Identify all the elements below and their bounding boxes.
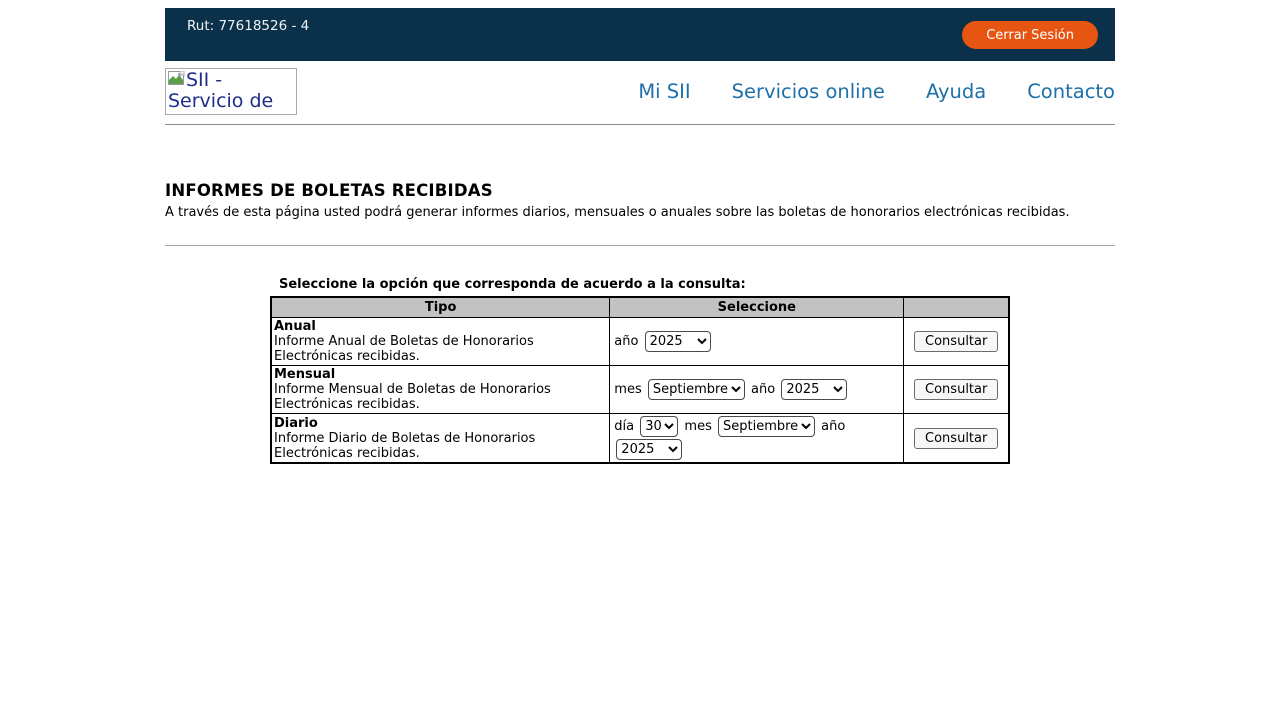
header-empty bbox=[904, 297, 1009, 318]
diario-month-label: mes bbox=[684, 419, 711, 434]
nav-ayuda[interactable]: Ayuda bbox=[926, 80, 986, 103]
anual-tipo-cell: Anual Informe Anual de Boletas de Honora… bbox=[271, 318, 610, 366]
site-header: SII - Servicio de Mi SII Servicios onlin… bbox=[165, 61, 1115, 125]
diario-type-description: Informe Diario de Boletas de Honorarios … bbox=[274, 431, 535, 461]
anual-type-label: Anual bbox=[274, 319, 316, 334]
table-caption: Seleccione la opción que corresponda de … bbox=[279, 277, 1010, 292]
diario-tipo-cell: Diario Informe Diario de Boletas de Hono… bbox=[271, 414, 610, 464]
table-row-anual: Anual Informe Anual de Boletas de Honora… bbox=[271, 318, 1009, 366]
header-tipo: Tipo bbox=[271, 297, 610, 318]
diario-year-select[interactable]: 2025 bbox=[616, 439, 682, 460]
diario-consultar-button[interactable]: Consultar bbox=[914, 428, 998, 449]
anual-type-description: Informe Anual de Boletas de Honorarios E… bbox=[274, 334, 534, 364]
header-seleccione: Seleccione bbox=[610, 297, 904, 318]
page-container: Rut: 77618526 - 4 Cerrar Sesión SII - Se… bbox=[165, 8, 1115, 464]
mensual-type-description: Informe Mensual de Boletas de Honorarios… bbox=[274, 382, 551, 412]
report-options-section: Seleccione la opción que corresponda de … bbox=[270, 277, 1010, 464]
mensual-tipo-cell: Mensual Informe Mensual de Boletas de Ho… bbox=[271, 366, 610, 414]
rut-label: Rut: 77618526 - 4 bbox=[187, 18, 309, 34]
logout-button[interactable]: Cerrar Sesión bbox=[962, 21, 1098, 49]
nav-servicios-online[interactable]: Servicios online bbox=[732, 80, 885, 103]
mensual-month-label: mes bbox=[614, 382, 641, 397]
mensual-month-select[interactable]: Septiembre bbox=[648, 379, 745, 400]
mensual-consultar-button[interactable]: Consultar bbox=[914, 379, 998, 400]
anual-button-cell: Consultar bbox=[904, 318, 1009, 366]
diario-day-label: día bbox=[614, 419, 634, 434]
anual-consultar-button[interactable]: Consultar bbox=[914, 331, 998, 352]
diario-month-select[interactable]: Septiembre bbox=[718, 416, 815, 437]
report-options-table: Tipo Seleccione Anual Informe Anual de B… bbox=[270, 296, 1010, 464]
anual-year-label: año bbox=[614, 334, 638, 349]
anual-year-select[interactable]: 2025 bbox=[645, 331, 711, 352]
diario-button-cell: Consultar bbox=[904, 414, 1009, 464]
mensual-select-cell: mes Septiembre año 2025 bbox=[610, 366, 904, 414]
mensual-year-label: año bbox=[751, 382, 775, 397]
mensual-button-cell: Consultar bbox=[904, 366, 1009, 414]
main-nav: Mi SII Servicios online Ayuda Contacto bbox=[638, 80, 1115, 103]
table-row-mensual: Mensual Informe Mensual de Boletas de Ho… bbox=[271, 366, 1009, 414]
sii-logo-broken-image[interactable]: SII - Servicio de bbox=[165, 68, 297, 115]
diario-type-label: Diario bbox=[274, 416, 318, 431]
page-description: A través de esta página usted podrá gene… bbox=[165, 205, 1115, 220]
section-divider bbox=[165, 245, 1115, 246]
broken-image-icon bbox=[168, 70, 185, 91]
page-title: INFORMES DE BOLETAS RECIBIDAS bbox=[165, 181, 1115, 200]
mensual-type-label: Mensual bbox=[274, 367, 335, 382]
anual-select-cell: año 2025 bbox=[610, 318, 904, 366]
session-topbar: Rut: 77618526 - 4 Cerrar Sesión bbox=[165, 8, 1115, 61]
mensual-year-select[interactable]: 2025 bbox=[781, 379, 847, 400]
diario-day-select[interactable]: 30 bbox=[640, 416, 678, 437]
nav-mi-sii[interactable]: Mi SII bbox=[638, 80, 690, 103]
nav-contacto[interactable]: Contacto bbox=[1027, 80, 1115, 103]
table-header-row: Tipo Seleccione bbox=[271, 297, 1009, 318]
diario-select-cell: día 30 mes Septiembre año 2025 bbox=[610, 414, 904, 464]
diario-year-label: año bbox=[821, 419, 845, 434]
table-row-diario: Diario Informe Diario de Boletas de Hono… bbox=[271, 414, 1009, 464]
